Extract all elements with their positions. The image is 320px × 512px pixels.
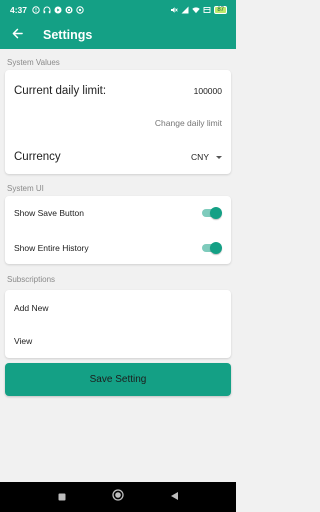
- view-label: View: [14, 336, 33, 346]
- app-bar: Settings: [0, 20, 236, 49]
- notification-alert-icon: [32, 6, 40, 14]
- subscriptions-card: Add New View: [5, 290, 231, 358]
- headphones-icon: [43, 6, 51, 14]
- system-values-card: Current daily limit: 100000 Change daily…: [5, 70, 231, 174]
- change-daily-limit-link[interactable]: Change daily limit: [155, 118, 222, 128]
- show-save-toggle[interactable]: [200, 207, 222, 219]
- arrow-back-icon: [12, 26, 23, 44]
- add-new-label: Add New: [14, 303, 49, 313]
- daily-limit-value: 100000: [193, 86, 222, 96]
- home-button[interactable]: [110, 489, 126, 505]
- chevron-down-icon: [216, 155, 222, 159]
- triangle-back-icon: [170, 488, 179, 506]
- home-circle-icon: [112, 488, 124, 506]
- show-history-label: Show Entire History: [14, 243, 89, 253]
- show-history-row: Show Entire History: [5, 235, 231, 261]
- daily-limit-row: Current daily limit: 100000: [5, 78, 231, 104]
- system-nav-bar: [0, 482, 236, 512]
- save-setting-button[interactable]: Save Setting: [5, 363, 231, 396]
- play-circle-icon: [54, 6, 62, 14]
- recents-button[interactable]: [54, 489, 70, 505]
- toggle-thumb: [210, 242, 222, 254]
- back-button[interactable]: [2, 20, 32, 49]
- daily-limit-label: Current daily limit:: [14, 85, 107, 97]
- currency-row: Currency CNY: [5, 145, 231, 169]
- sync-circle-icon: [65, 6, 73, 14]
- add-new-row[interactable]: Add New: [5, 295, 231, 321]
- status-bar: 4:37 87: [0, 0, 236, 20]
- page-title: Settings: [43, 27, 93, 42]
- box-icon: [203, 6, 211, 14]
- toggle-thumb: [210, 207, 222, 219]
- currency-dropdown[interactable]: CNY: [191, 152, 222, 162]
- view-row[interactable]: View: [5, 328, 231, 354]
- show-save-row: Show Save Button: [5, 200, 231, 226]
- system-ui-card: Show Save Button Show Entire History: [5, 196, 231, 264]
- currency-value: CNY: [191, 152, 209, 162]
- signal-icon: [181, 6, 189, 14]
- app-notification-icon: [76, 6, 84, 14]
- section-label-system-ui: System UI: [7, 184, 44, 193]
- square-icon: [58, 488, 66, 506]
- section-label-system-values: System Values: [7, 58, 60, 67]
- show-history-toggle[interactable]: [200, 242, 222, 254]
- back-nav-button[interactable]: [166, 489, 182, 505]
- status-time: 4:37: [10, 5, 28, 15]
- section-label-subscriptions: Subscriptions: [7, 275, 56, 284]
- currency-label: Currency: [14, 151, 61, 163]
- mute-icon: [170, 6, 179, 14]
- show-save-label: Show Save Button: [14, 208, 84, 218]
- wifi-icon: [192, 6, 201, 14]
- status-right: 87: [170, 6, 227, 14]
- battery-icon: 87: [214, 6, 227, 14]
- status-left: 4:37: [10, 5, 84, 15]
- change-limit-row: Change daily limit: [5, 113, 231, 133]
